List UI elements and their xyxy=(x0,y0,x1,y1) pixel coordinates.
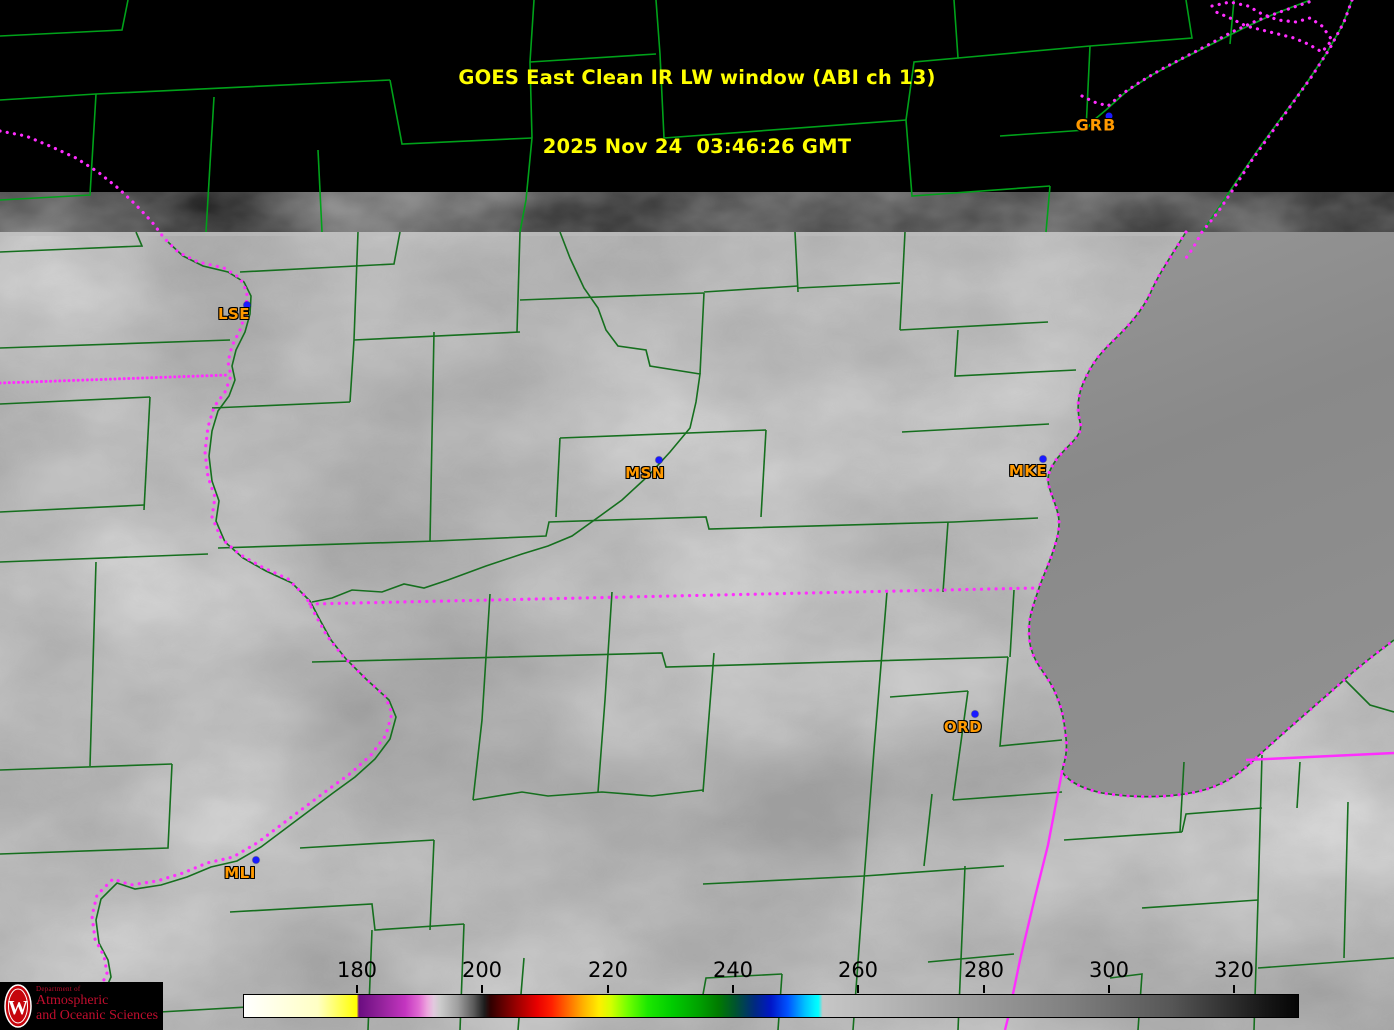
aos-logo: W Department of Atmospheric and Oceanic … xyxy=(0,982,163,1030)
colorbar-tick xyxy=(1108,985,1110,993)
station-label-mli: MLI xyxy=(224,864,256,882)
colorbar-tick xyxy=(607,985,609,993)
uw-crest-icon: W xyxy=(4,984,32,1028)
station-label-ord: ORD xyxy=(943,718,983,736)
crest-letter: W xyxy=(8,997,28,1019)
colorbar-label-320: 320 xyxy=(1213,958,1255,982)
colorbar-label-220: 220 xyxy=(587,958,629,982)
colorbar-label-280: 280 xyxy=(963,958,1005,982)
satellite-image-frame: GOES East Clean IR LW window (ABI ch 13)… xyxy=(0,0,1394,1030)
station-label-msn: MSN xyxy=(625,464,665,482)
colorbar-gradient-bar xyxy=(243,994,1299,1018)
image-title: GOES East Clean IR LW window (ABI ch 13)… xyxy=(0,20,1394,204)
colorbar-label-180: 180 xyxy=(336,958,378,982)
station-dot-mli xyxy=(252,856,260,864)
colorbar-label-260: 260 xyxy=(837,958,879,982)
station-dot-msn xyxy=(655,456,663,464)
colorbar-tick xyxy=(356,985,358,993)
station-label-grb: GRB xyxy=(1075,115,1117,135)
colorbar-label-200: 200 xyxy=(461,958,503,982)
colorbar-tick xyxy=(481,985,483,993)
logo-dept-line: Department of xyxy=(36,985,81,993)
colorbar-tick xyxy=(857,985,859,993)
logo-line-2: and Oceanic Sciences xyxy=(36,1008,159,1023)
station-dot-ord xyxy=(971,710,979,718)
colorbar-label-300: 300 xyxy=(1088,958,1130,982)
station-label-lse: LSE xyxy=(217,305,251,323)
colorbar-tick xyxy=(1233,985,1235,993)
colorbar-tick xyxy=(732,985,734,993)
logo-text: Department of Atmospheric and Oceanic Sc… xyxy=(36,985,158,1023)
station-label-mke: MKE xyxy=(1008,462,1048,480)
colorbar-label-240: 240 xyxy=(712,958,754,982)
title-line-2: 2025 Nov 24 03:46:26 GMT xyxy=(542,135,852,158)
title-line-1: GOES East Clean IR LW window (ABI ch 13) xyxy=(458,66,936,89)
colorbar-tick xyxy=(983,985,985,993)
logo-line-1: Atmospheric xyxy=(36,993,109,1008)
